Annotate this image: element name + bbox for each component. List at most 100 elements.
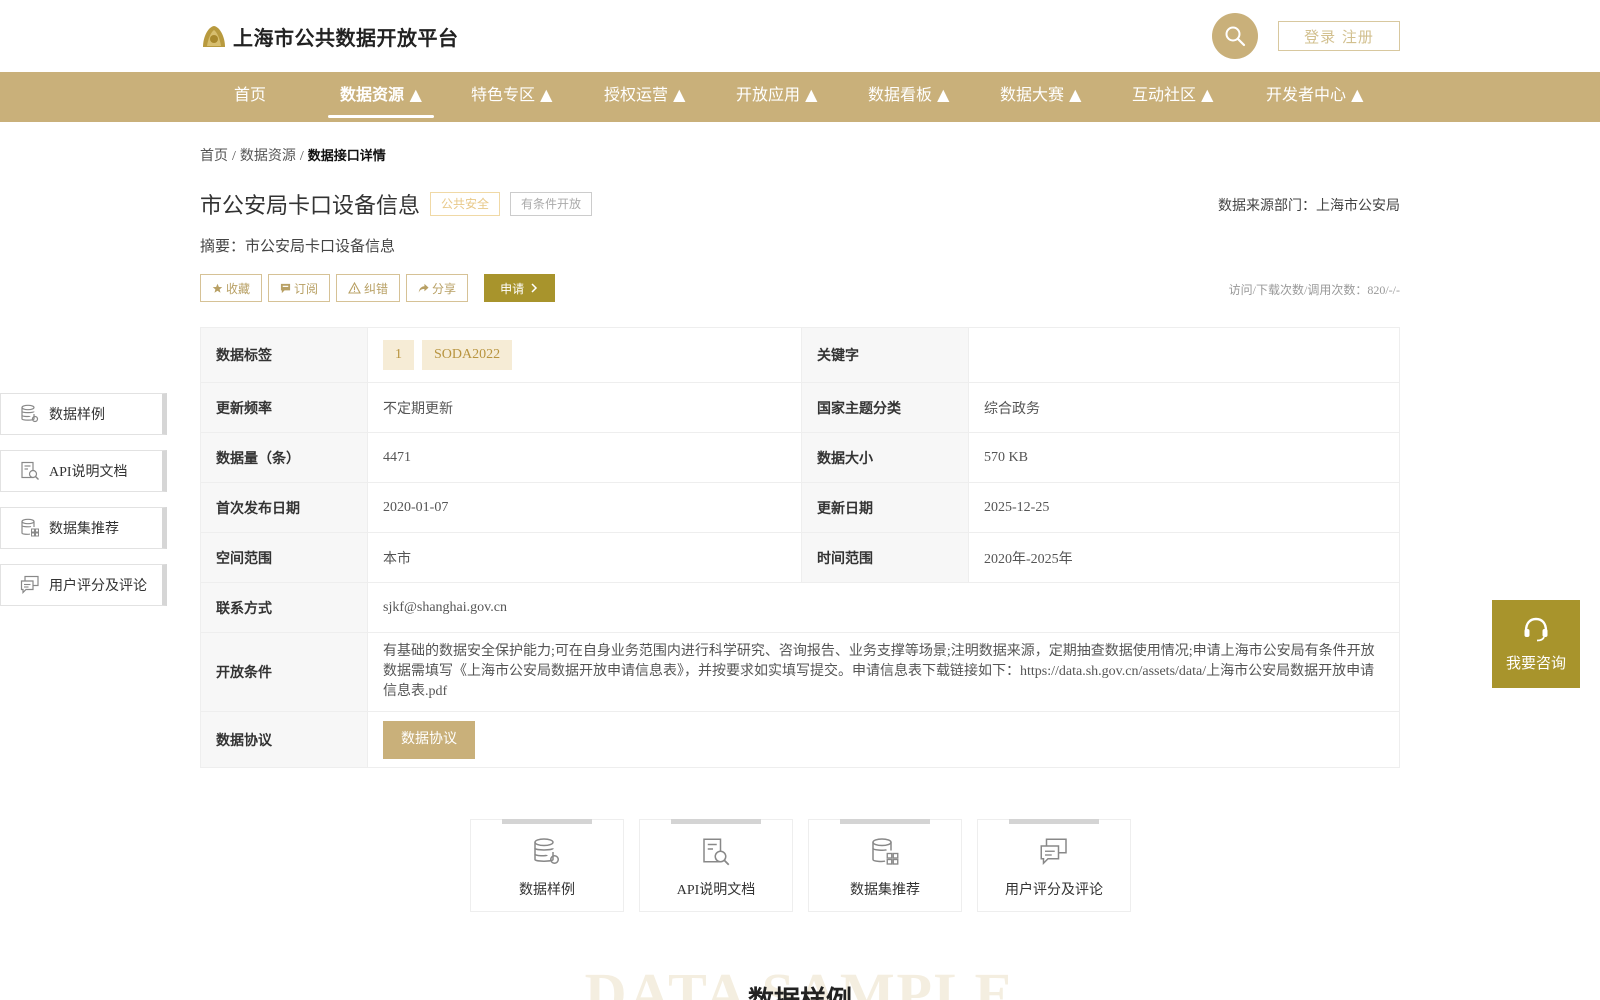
national-theme-label: 国家主题分类 [801, 382, 969, 433]
doc-search-icon [20, 461, 40, 481]
table-row: 开放条件 有基础的数据安全保护能力;可在自身业务范围内进行科学研究、咨询报告、业… [200, 632, 1400, 712]
share-label: 分享 [432, 281, 457, 296]
doc-search-icon [703, 838, 730, 866]
action-bar: 收藏 订阅 纠错 分享 申请 [200, 274, 556, 302]
nav-item-data-contest[interactable]: 数据大赛 ▲ [1000, 72, 1081, 122]
share-button[interactable]: 分享 [406, 274, 469, 302]
breadcrumb: 首页 / 数据资源 / 数据接口详情 [200, 149, 386, 164]
spatial-scope-value: 本市 [367, 532, 802, 583]
side-nav-data-sample[interactable]: 数据样例 [0, 393, 167, 435]
side-nav-label: 用户评分及评论 [49, 579, 147, 594]
logo-icon [203, 25, 225, 47]
time-range-value: 2020年-2025年 [968, 532, 1400, 583]
card-label: 用户评分及评论 [1005, 883, 1103, 898]
data-size-label: 数据大小 [801, 432, 969, 483]
card-accent-bar [1009, 819, 1099, 824]
section-title: 数据样例 [0, 980, 1600, 1000]
side-nav-api-doc[interactable]: API说明文档 [0, 450, 167, 492]
side-nav-label: 数据集推荐 [49, 522, 119, 537]
data-tag-chip[interactable]: 1 [383, 340, 414, 370]
comment-icon [20, 575, 40, 595]
nav-item-home[interactable]: 首页 [234, 72, 266, 122]
access-stats: 访问/下载次数/调用次数：820/-/- [1228, 283, 1400, 297]
table-row: 更新频率 不定期更新 国家主题分类 综合政务 [200, 382, 1400, 433]
search-icon [1225, 26, 1246, 47]
card-label: 数据样例 [519, 883, 575, 898]
update-frequency-label: 更新频率 [200, 382, 368, 433]
breadcrumb-current: 数据接口详情 [307, 149, 386, 164]
nav-item-open-apps[interactable]: 开放应用 ▲ [736, 72, 817, 122]
share-icon [418, 283, 429, 293]
table-row: 空间范围 本市 时间范围 2020年-2025年 [200, 532, 1400, 583]
table-row: 数据量（条） 4471 数据大小 570 KB [200, 432, 1400, 483]
database-gear-icon [20, 404, 40, 424]
data-tag-chip[interactable]: SODA2022 [422, 340, 513, 370]
table-row: 数据标签 1 SODA2022 关键字 [200, 327, 1400, 383]
card-data-sample[interactable]: 数据样例 [470, 819, 624, 912]
agreement-label: 数据协议 [200, 711, 368, 768]
agreement-cell: 数据协议 [367, 711, 1400, 768]
breadcrumb-data-resources[interactable]: 数据资源 [240, 149, 296, 164]
chevron-right-icon [531, 283, 538, 293]
nav-item-community[interactable]: 互动社区 ▲ [1132, 72, 1213, 122]
detail-table: 数据标签 1 SODA2022 关键字 更新频率 不定期更新 国家主题分类 综合政… [200, 327, 1400, 768]
data-agreement-button[interactable]: 数据协议 [383, 720, 475, 759]
nav-item-special-zone[interactable]: 特色专区 ▲ [471, 72, 552, 122]
data-tags-cell: 1 SODA2022 [367, 327, 802, 383]
card-accent-bar [502, 819, 592, 824]
card-ratings-comments[interactable]: 用户评分及评论 [977, 819, 1131, 912]
card-label: API说明文档 [676, 883, 756, 898]
open-type-tag: 有条件开放 [510, 192, 593, 216]
spatial-scope-label: 空间范围 [200, 532, 368, 583]
apply-label: 申请 [500, 281, 525, 296]
login-register-button[interactable]: 登录 注册 [1278, 21, 1400, 51]
subscribe-button[interactable]: 订阅 [268, 274, 331, 302]
card-accent-bar [671, 819, 761, 824]
side-nav-label: 数据样例 [49, 408, 105, 423]
record-count-label: 数据量（条） [200, 432, 368, 483]
data-size-value: 570 KB [968, 432, 1400, 483]
first-publish-value: 2020-01-07 [367, 482, 802, 533]
favorite-label: 收藏 [226, 281, 251, 296]
record-count-value: 4471 [367, 432, 802, 483]
category-tag: 公共安全 [430, 192, 501, 216]
open-condition-value: 有基础的数据安全保护能力;可在自身业务范围内进行科学研究、咨询报告、业务支撑等场… [367, 632, 1400, 712]
apply-button[interactable]: 申请 [484, 274, 556, 302]
contact-label: 联系方式 [200, 582, 368, 633]
database-gear-icon [534, 838, 559, 864]
page-title: 市公安局卡口设备信息 [200, 194, 421, 219]
nav-item-developer[interactable]: 开发者中心 ▲ [1266, 72, 1363, 122]
breadcrumb-home[interactable]: 首页 [200, 149, 228, 164]
consult-button[interactable]: 我要咨询 [1492, 600, 1580, 688]
report-error-label: 纠错 [364, 281, 389, 296]
card-label: 数据集推荐 [850, 883, 920, 898]
side-nav-label: API说明文档 [49, 465, 128, 480]
subscribe-label: 订阅 [294, 281, 319, 296]
site-logo[interactable]: 上海市公共数据开放平台 [200, 22, 459, 51]
report-error-button[interactable]: 纠错 [336, 274, 401, 302]
favorite-button[interactable]: 收藏 [200, 274, 263, 302]
main-nav: 首页 数据资源 ▲ 特色专区 ▲ 授权运营 ▲ 开放应用 ▲ 数据看板 ▲ 数据… [0, 72, 1600, 122]
data-tags-label: 数据标签 [200, 327, 368, 383]
nav-item-data-board[interactable]: 数据看板 ▲ [868, 72, 949, 122]
contact-value[interactable]: sjkf@shanghai.gov.cn [367, 582, 1400, 633]
side-nav-ratings-comments[interactable]: 用户评分及评论 [0, 564, 167, 606]
card-api-doc[interactable]: API说明文档 [639, 819, 793, 912]
first-publish-label: 首次发布日期 [200, 482, 368, 533]
site-title: 上海市公共数据开放平台 [233, 26, 459, 50]
card-dataset-recommend[interactable]: 数据集推荐 [808, 819, 962, 912]
side-nav-dataset-recommend[interactable]: 数据集推荐 [0, 507, 167, 549]
update-frequency-value: 不定期更新 [367, 382, 802, 433]
nav-item-data-resources[interactable]: 数据资源 ▲ [328, 72, 434, 122]
update-date-value: 2025-12-25 [968, 482, 1400, 533]
warning-icon [348, 282, 361, 294]
subscribe-icon [280, 283, 291, 293]
keyword-label: 关键字 [801, 327, 969, 383]
consult-label: 我要咨询 [1505, 653, 1566, 672]
nav-item-authorized-ops[interactable]: 授权运营 ▲ [604, 72, 685, 122]
comment-icon [1040, 838, 1067, 866]
headset-icon [1524, 617, 1548, 641]
source-department: 数据来源部门：上海市公安局 [1218, 199, 1400, 214]
search-button[interactable] [1212, 13, 1258, 59]
star-icon [212, 283, 223, 293]
